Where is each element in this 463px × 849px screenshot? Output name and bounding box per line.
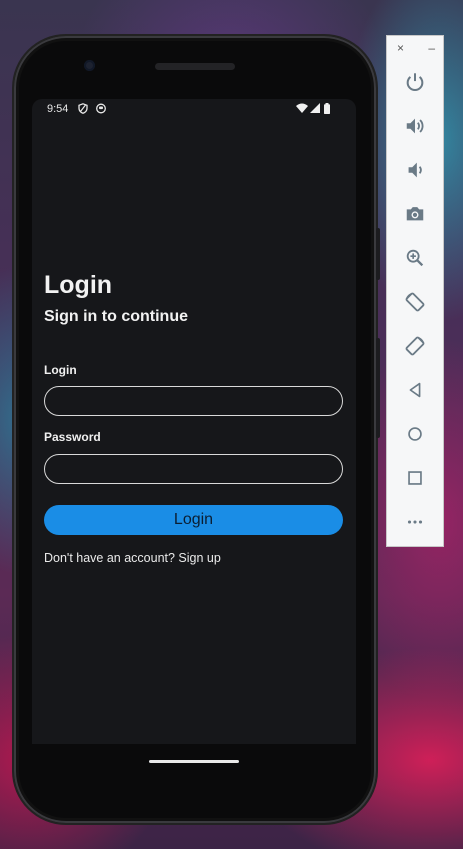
login-input[interactable] — [44, 386, 343, 416]
password-input[interactable] — [44, 454, 343, 484]
status-bar: 9:54 — [32, 99, 356, 119]
camera-icon[interactable] — [401, 200, 429, 228]
navigation-bar — [32, 744, 356, 784]
page-subtitle: Sign in to continue — [44, 308, 188, 325]
volume-up-icon[interactable] — [401, 112, 429, 140]
signal-icon — [310, 103, 320, 116]
phone-frame: 9:54 Login Sign in to continue Login Pas… — [14, 36, 380, 823]
home-gesture-bar[interactable] — [149, 760, 239, 763]
login-field-label: Login — [44, 363, 77, 377]
signup-link[interactable]: Don't have an account? Sign up — [44, 551, 221, 565]
shield-icon — [78, 103, 88, 117]
power-icon[interactable] — [401, 68, 429, 96]
close-icon[interactable]: × — [397, 41, 404, 55]
back-icon[interactable] — [401, 376, 429, 404]
app-screen: 9:54 Login Sign in to continue Login Pas… — [32, 99, 356, 744]
earpiece-speaker — [155, 63, 235, 70]
home-icon[interactable] — [401, 420, 429, 448]
front-camera — [84, 60, 95, 71]
phone-volume-button — [376, 338, 380, 438]
page-title: Login — [44, 271, 113, 299]
battery-icon — [324, 103, 330, 117]
wifi-icon — [296, 103, 308, 116]
volume-down-icon[interactable] — [401, 156, 429, 184]
status-time: 9:54 — [47, 103, 69, 115]
login-button[interactable]: Login — [44, 505, 343, 535]
overview-icon[interactable] — [401, 464, 429, 492]
rotate-right-icon[interactable] — [401, 332, 429, 360]
zoom-icon[interactable] — [401, 244, 429, 272]
minimize-icon[interactable]: – — [428, 41, 435, 55]
app-notification-icon — [96, 103, 106, 117]
toolbar-window-controls: × – — [397, 41, 435, 55]
emulator-toolbar: × – — [386, 35, 444, 547]
rotate-left-icon[interactable] — [401, 288, 429, 316]
more-icon[interactable] — [401, 508, 429, 536]
phone-side-button — [376, 228, 380, 280]
password-field-label: Password — [44, 430, 101, 444]
